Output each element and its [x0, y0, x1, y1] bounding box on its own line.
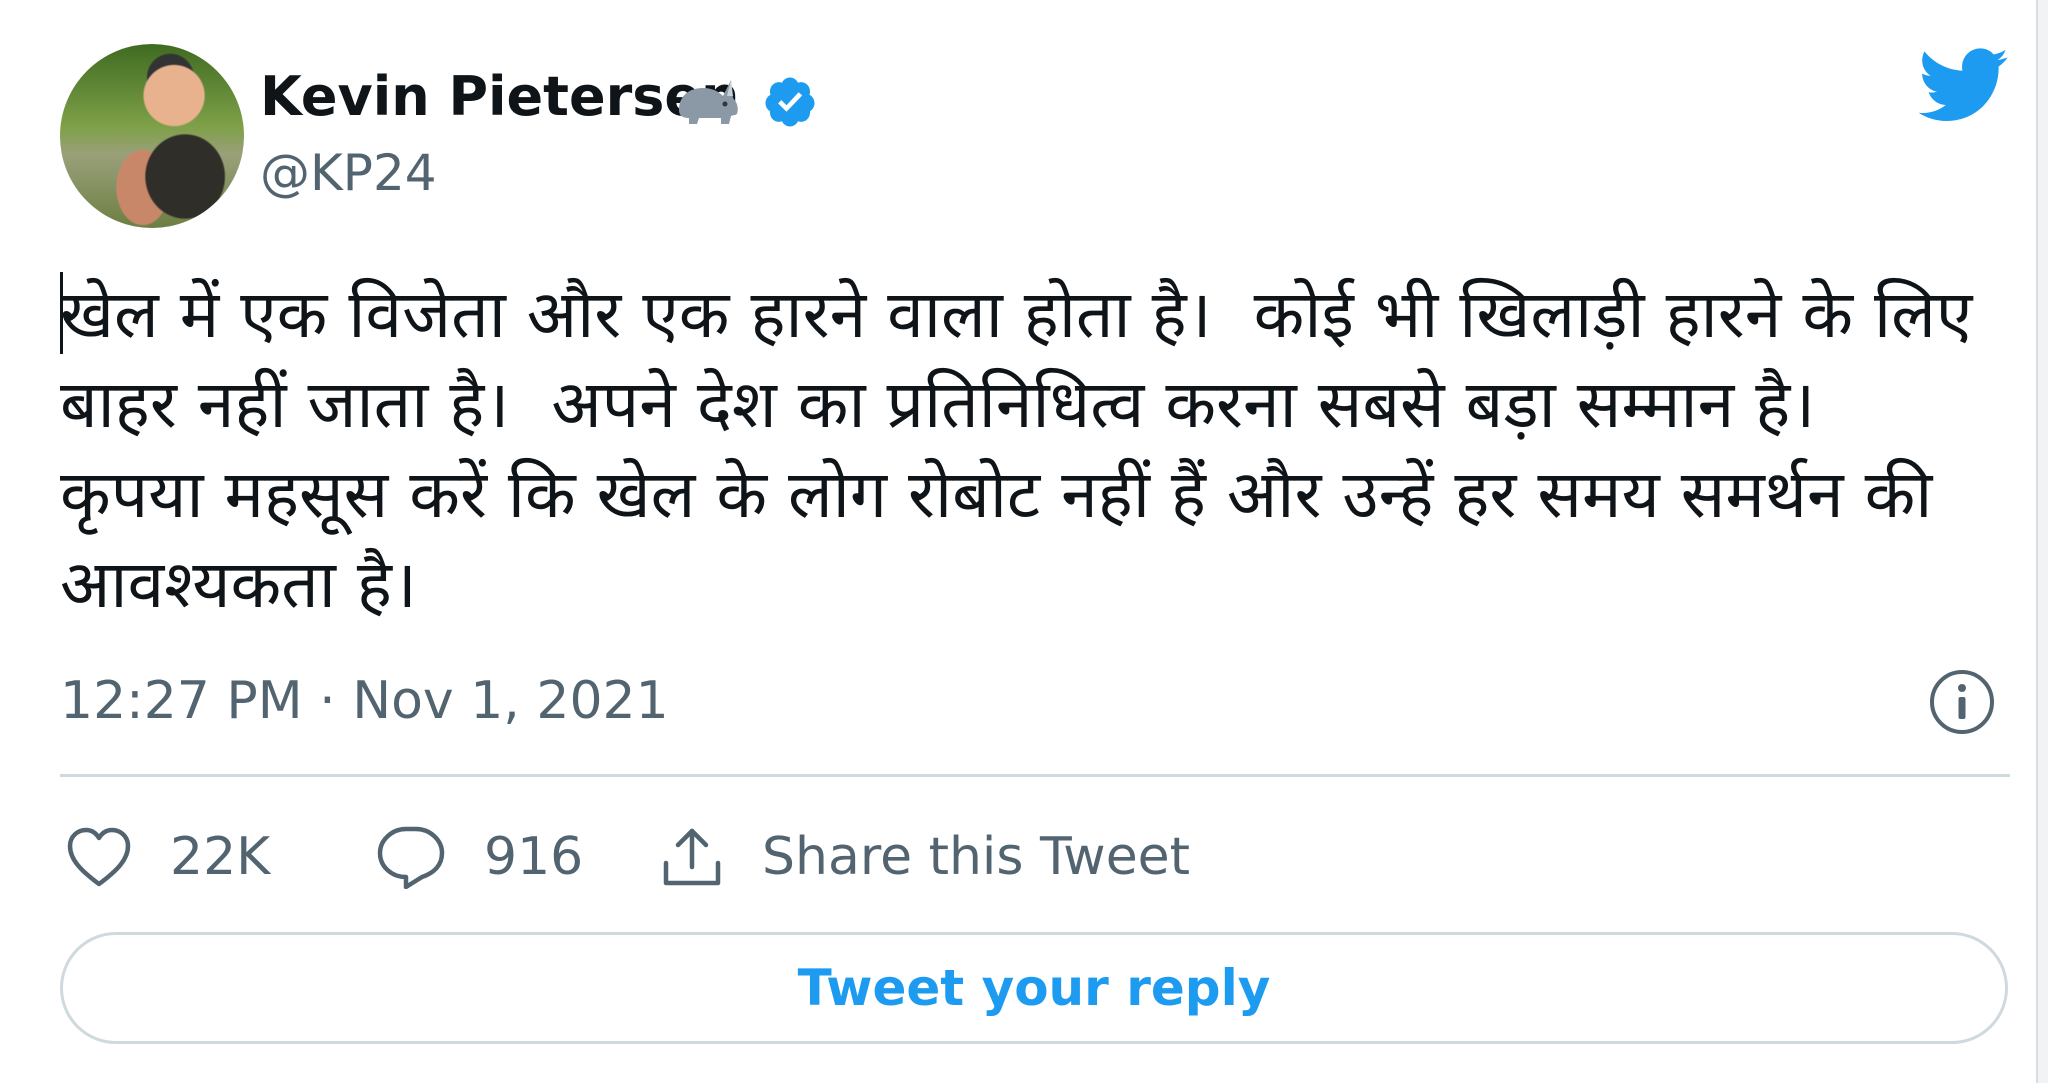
- like-button[interactable]: 22K: [66, 812, 270, 902]
- info-icon[interactable]: [1928, 668, 1996, 736]
- text-cursor: [60, 272, 63, 354]
- share-upload-icon: [663, 828, 721, 886]
- reply-button[interactable]: 916: [376, 812, 583, 902]
- comment-bubble-icon: [377, 826, 445, 889]
- tweet-timestamp[interactable]: 12:27 PM · Nov 1, 2021: [60, 668, 669, 734]
- window-edge: [2036, 0, 2048, 1083]
- author-name[interactable]: Kevin Pietersen: [260, 64, 739, 130]
- rhino-icon: [679, 80, 738, 124]
- heart-icon: [67, 827, 131, 887]
- avatar[interactable]: [60, 44, 244, 228]
- share-tweet-button[interactable]: Share this Tweet: [660, 812, 1190, 902]
- reply-button-label: Tweet your reply: [797, 959, 1271, 1017]
- share-label: Share this Tweet: [762, 827, 1191, 887]
- verified-badge-icon: [765, 77, 815, 127]
- twitter-bird-icon[interactable]: [1918, 48, 2010, 124]
- tweet-your-reply-button[interactable]: Tweet your reply: [60, 932, 2008, 1044]
- author-handle[interactable]: @KP24: [260, 142, 437, 204]
- divider: [60, 774, 2010, 777]
- like-count: 22K: [170, 827, 271, 887]
- tweet-text: खेल में एक विजेता और एक हारने वाला होता …: [60, 276, 1994, 623]
- reply-count: 916: [484, 827, 584, 887]
